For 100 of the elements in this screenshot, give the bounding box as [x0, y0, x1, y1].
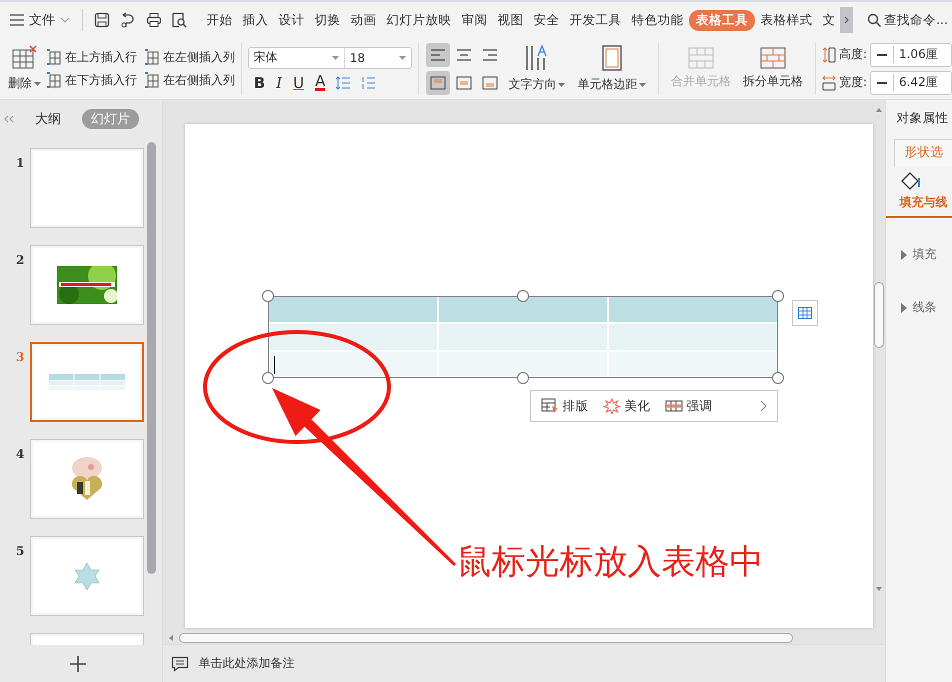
- quick-toolbar-button[interactable]: 强调: [664, 398, 713, 414]
- quick-toolbar-button[interactable]: 排版: [540, 398, 589, 414]
- menu-icon: [10, 14, 24, 26]
- color-button[interactable]: A: [315, 74, 326, 90]
- slide-thumbnail[interactable]: [30, 439, 144, 519]
- menu-tab[interactable]: 安全: [529, 10, 564, 30]
- line-spacing-icon[interactable]: [336, 76, 350, 90]
- table[interactable]: [268, 296, 778, 378]
- slide-thumbnail[interactable]: [30, 536, 144, 616]
- print-icon[interactable]: [146, 12, 162, 28]
- table-options-button[interactable]: [792, 300, 818, 326]
- width-field[interactable]: 6.42厘: [870, 70, 952, 94]
- slide-thumbnail[interactable]: [30, 342, 144, 422]
- sparkle-icon: [602, 398, 621, 414]
- menu-tab[interactable]: 开发工具: [565, 10, 626, 30]
- delete-table-icon[interactable]: [12, 45, 38, 69]
- table-cell[interactable]: [268, 352, 437, 377]
- expandable-section[interactable]: 填充: [900, 246, 952, 263]
- star-shape: [74, 562, 100, 590]
- menu-tab[interactable]: 幻灯片放映: [382, 10, 456, 30]
- notes-field[interactable]: 单击此处添加备注: [162, 644, 885, 682]
- slide-thumbnail[interactable]: [30, 245, 144, 325]
- font-name-dropdown[interactable]: 宋体: [248, 48, 345, 68]
- menu-tab[interactable]: 插入: [238, 10, 274, 30]
- menu-tab[interactable]: 表格样式: [756, 10, 818, 30]
- table-cell[interactable]: [606, 352, 777, 377]
- add-slide-icon[interactable]: [68, 654, 87, 672]
- scroll-down-icon[interactable]: [876, 587, 882, 591]
- collapse-icon[interactable]: [4, 115, 14, 123]
- resize-handle[interactable]: [262, 372, 274, 384]
- insert-button[interactable]: 在上方插入行: [47, 48, 137, 66]
- insert-button[interactable]: 在下方插入行: [47, 72, 137, 88]
- table-cell[interactable]: [606, 297, 777, 322]
- align-button[interactable]: [426, 42, 450, 66]
- align-center-icon: [456, 48, 472, 62]
- fill-bucket-icon[interactable]: [900, 171, 922, 191]
- scroll-up-icon[interactable]: [876, 108, 882, 112]
- table-cell[interactable]: [606, 324, 777, 350]
- bold-button[interactable]: B: [254, 74, 266, 90]
- insert-button[interactable]: 在左侧插入列: [145, 48, 235, 66]
- width-icon: [822, 74, 836, 90]
- resize-handle[interactable]: [262, 290, 274, 302]
- resize-handle[interactable]: [772, 372, 784, 384]
- menu-tab[interactable]: 设计: [274, 10, 310, 30]
- scrollbar-thumb[interactable]: [178, 632, 793, 642]
- slide-thumbnail[interactable]: [30, 148, 144, 228]
- split-cells-button[interactable]: 拆分单元格: [737, 47, 810, 90]
- save-icon[interactable]: [94, 12, 110, 28]
- scrollbar-thumb[interactable]: [146, 142, 156, 574]
- expandable-section[interactable]: 线条: [900, 299, 952, 316]
- search-icon: [867, 13, 882, 27]
- table-cell[interactable]: [436, 324, 607, 350]
- italic-button[interactable]: I: [276, 74, 282, 90]
- underline-button[interactable]: U: [293, 74, 304, 90]
- caret-icon: [398, 56, 406, 60]
- cell-margin-icon: [600, 44, 623, 72]
- chevron-right-icon[interactable]: [760, 400, 767, 412]
- print-preview-icon[interactable]: [171, 12, 188, 28]
- slide-number: 4: [15, 446, 26, 463]
- font-size-dropdown[interactable]: 18: [344, 48, 411, 68]
- width-label: 宽度:: [838, 74, 867, 91]
- text-direction-button[interactable]: 文字方向: [502, 44, 572, 93]
- height-icon: [822, 46, 836, 62]
- more-tabs-button[interactable]: [840, 7, 854, 33]
- delete-button[interactable]: 删除: [8, 75, 41, 92]
- menu-tab[interactable]: 动画: [346, 10, 382, 30]
- caret-icon: [34, 82, 41, 86]
- table-cell[interactable]: [268, 297, 437, 322]
- file-menu[interactable]: 文件: [10, 11, 76, 29]
- menu-tab[interactable]: 文: [818, 10, 840, 30]
- cell-margin-button[interactable]: 单元格边距: [571, 44, 652, 93]
- menu-tab[interactable]: 视图: [493, 10, 528, 30]
- insert-icon: [47, 72, 61, 88]
- resize-handle[interactable]: [772, 290, 784, 302]
- search-field[interactable]: 查找命令...: [867, 12, 948, 28]
- align-right-icon: [482, 48, 498, 62]
- scroll-left-icon[interactable]: [168, 634, 173, 640]
- quick-toolbar-button[interactable]: 美化: [602, 398, 651, 414]
- table-cell[interactable]: [268, 324, 437, 350]
- paragraph-spacing-icon[interactable]: [361, 76, 376, 90]
- annotation-text: 鼠标光标放入表格中: [458, 542, 764, 582]
- menu-tab[interactable]: 特色功能: [627, 10, 688, 30]
- table-cell[interactable]: [436, 352, 607, 377]
- menu-tab[interactable]: 切换: [310, 10, 346, 30]
- insert-icon: [47, 49, 61, 65]
- resize-handle[interactable]: [516, 290, 529, 302]
- undo-icon[interactable]: [120, 12, 136, 28]
- caret-icon: [332, 56, 339, 60]
- insert-button[interactable]: 在右侧插入列: [145, 72, 235, 88]
- slide-number: 1: [15, 155, 26, 172]
- panel-tab[interactable]: 大纲: [26, 109, 70, 129]
- slide-number: 2: [15, 252, 26, 269]
- menu-tab[interactable]: 开始: [202, 10, 238, 30]
- height-field[interactable]: 1.06厘: [870, 42, 952, 66]
- menu-tab[interactable]: 审阅: [457, 10, 492, 30]
- panel-title[interactable]: 对象属性: [896, 110, 952, 127]
- scrollbar-thumb[interactable]: [874, 282, 884, 348]
- table-cursor-icon: [540, 398, 559, 414]
- align-button[interactable]: [426, 70, 450, 94]
- table-cell[interactable]: [436, 297, 607, 322]
